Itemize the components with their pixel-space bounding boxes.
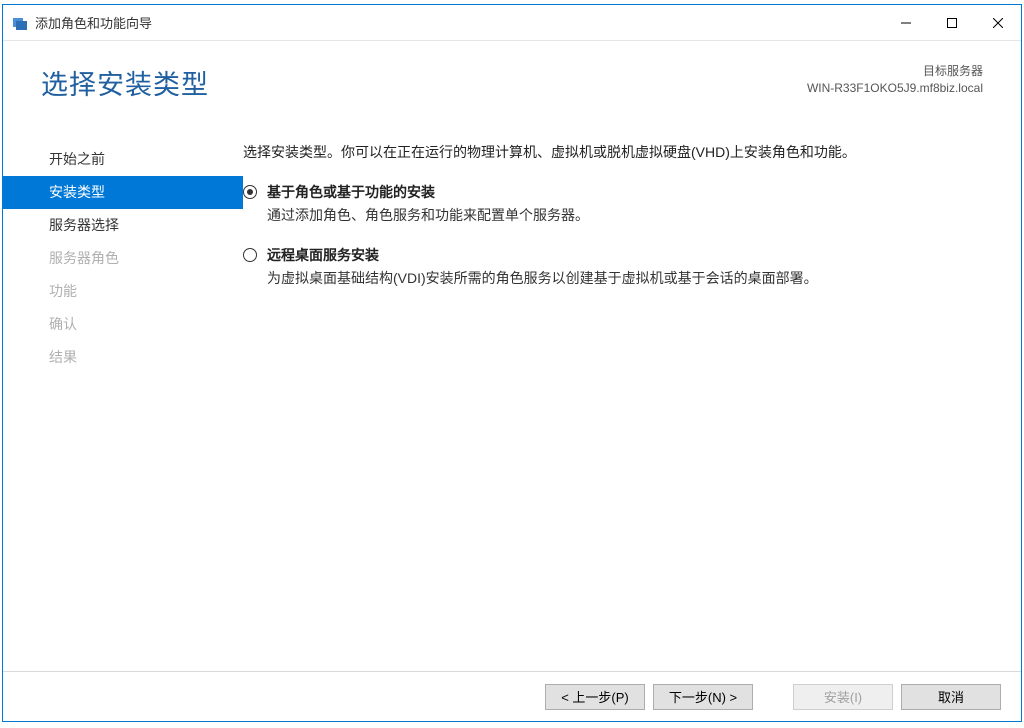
instruction-text: 选择安装类型。你可以在正在运行的物理计算机、虚拟机或脱机虚拟硬盘(VHD)上安装… [243,141,983,163]
cancel-button[interactable]: 取消 [901,684,1001,710]
radio-unselected-icon [243,248,257,262]
close-button[interactable] [975,5,1021,40]
step-results: 结果 [3,341,243,374]
step-installation-type[interactable]: 安装类型 [3,176,243,209]
step-confirmation: 确认 [3,308,243,341]
title-bar: 添加角色和功能向导 [3,5,1021,41]
main-content: 选择安装类型。你可以在正在运行的物理计算机、虚拟机或脱机虚拟硬盘(VHD)上安装… [243,131,983,671]
option-text: 远程桌面服务安装 为虚拟桌面基础结构(VDI)安装所需的角色服务以创建基于虚拟机… [267,244,818,289]
option-title: 基于角色或基于功能的安装 [267,181,589,203]
next-button[interactable]: 下一步(N) > [653,684,753,710]
wizard-window: 添加角色和功能向导 选择安装类型 目标服务器 WIN-R33F1OKO5J9.m… [2,4,1022,722]
window-title: 添加角色和功能向导 [35,13,883,32]
option-description: 通过添加角色、角色服务和功能来配置单个服务器。 [267,204,589,226]
target-server-info: 目标服务器 WIN-R33F1OKO5J9.mf8biz.local [807,63,983,97]
target-label: 目标服务器 [807,63,983,80]
header-area: 选择安装类型 目标服务器 WIN-R33F1OKO5J9.mf8biz.loca… [3,41,1021,131]
minimize-button[interactable] [883,5,929,40]
page-title: 选择安装类型 [41,63,209,102]
option-role-based[interactable]: 基于角色或基于功能的安装 通过添加角色、角色服务和功能来配置单个服务器。 [243,181,983,226]
window-body: 选择安装类型 目标服务器 WIN-R33F1OKO5J9.mf8biz.loca… [3,41,1021,721]
option-remote-desktop[interactable]: 远程桌面服务安装 为虚拟桌面基础结构(VDI)安装所需的角色服务以创建基于虚拟机… [243,244,983,289]
window-controls [883,5,1021,40]
step-server-roles: 服务器角色 [3,242,243,275]
option-text: 基于角色或基于功能的安装 通过添加角色、角色服务和功能来配置单个服务器。 [267,181,589,226]
step-server-selection[interactable]: 服务器选择 [3,209,243,242]
target-server-name: WIN-R33F1OKO5J9.mf8biz.local [807,80,983,97]
step-features: 功能 [3,275,243,308]
app-icon [11,14,29,32]
option-description: 为虚拟桌面基础结构(VDI)安装所需的角色服务以创建基于虚拟机或基于会话的桌面部… [267,267,818,289]
install-button: 安装(I) [793,684,893,710]
maximize-button[interactable] [929,5,975,40]
option-title: 远程桌面服务安装 [267,244,818,266]
step-before-you-begin[interactable]: 开始之前 [3,143,243,176]
content-row: 开始之前 安装类型 服务器选择 服务器角色 功能 确认 结果 选择安装类型。你可… [3,131,1021,671]
radio-selected-icon [243,185,257,199]
previous-button[interactable]: < 上一步(P) [545,684,645,710]
footer-buttons: < 上一步(P) 下一步(N) > 安装(I) 取消 [3,671,1021,721]
wizard-steps-sidebar: 开始之前 安装类型 服务器选择 服务器角色 功能 确认 结果 [3,131,243,671]
